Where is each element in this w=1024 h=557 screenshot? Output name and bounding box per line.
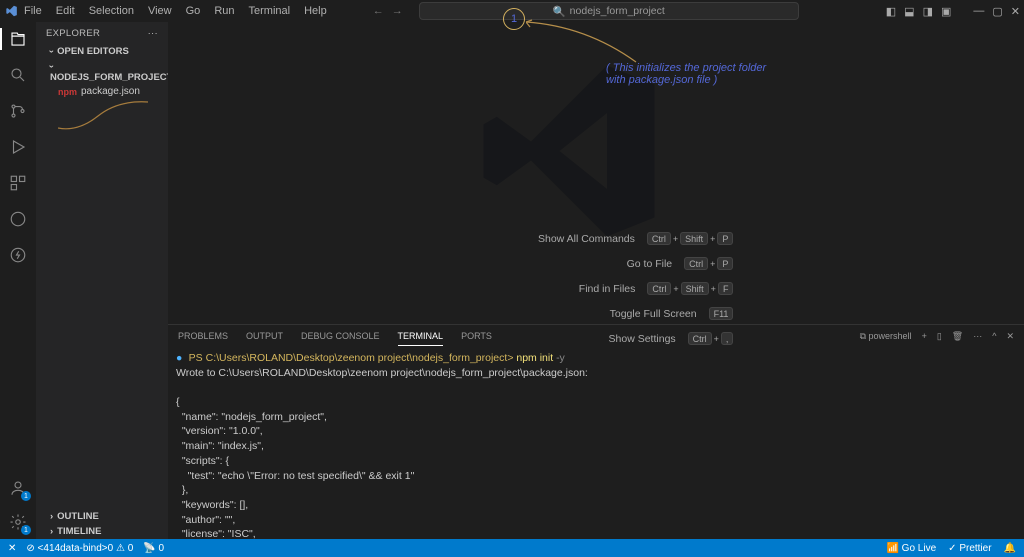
status-bar: ✕ ⊘ <414data-bind>0 ⚠ 0 📡 0 📶 Go Live ✓ … (0, 539, 1024, 557)
panel-more-icon[interactable]: ··· (973, 331, 982, 341)
layout-right-icon[interactable]: ◨ (923, 5, 933, 18)
menu-selection[interactable]: Selection (83, 3, 140, 19)
layout-left-icon[interactable]: ◧ (886, 5, 896, 18)
menu-edit[interactable]: Edit (50, 3, 81, 19)
go-live-button[interactable]: 📶 Go Live (886, 543, 936, 554)
open-editors-section[interactable]: OPEN EDITORS (36, 44, 168, 59)
split-terminal-icon[interactable]: ▯ (937, 331, 942, 342)
tree-file-package-json[interactable]: npm package.json (36, 85, 168, 98)
editor-area: Show All CommandsCtrl+Shift+P Go to File… (168, 22, 1024, 539)
accounts-icon[interactable] (7, 477, 29, 499)
shortcut-label: Go to File (627, 258, 673, 270)
tab-ports[interactable]: PORTS (461, 327, 492, 345)
kill-terminal-icon[interactable]: 🗑 (952, 331, 963, 342)
layout-full-icon[interactable]: ▣ (941, 5, 951, 18)
menu-file[interactable]: File (18, 3, 48, 19)
search-icon: 🔍 (553, 5, 566, 18)
search-activity-icon[interactable] (7, 64, 29, 86)
menu-run[interactable]: Run (208, 3, 240, 19)
project-section[interactable]: NODEJS_FORM_PROJECT (36, 59, 168, 85)
source-control-icon[interactable] (7, 100, 29, 122)
sidebar: EXPLORER ··· OPEN EDITORS NODEJS_FORM_PR… (36, 22, 168, 539)
welcome-shortcuts: Show All CommandsCtrl+Shift+P Go to File… (538, 232, 733, 345)
new-terminal-icon[interactable]: + (922, 331, 927, 341)
panel-close-icon[interactable]: ✕ (1006, 331, 1014, 342)
tab-output[interactable]: OUTPUT (246, 327, 283, 345)
menu-help[interactable]: Help (298, 3, 333, 19)
status-ports[interactable]: 📡 0 (143, 543, 164, 554)
activity-bar (0, 22, 36, 539)
command-center[interactable]: 🔍 nodejs_form_project (419, 2, 799, 20)
minimize-icon[interactable]: — (973, 5, 984, 18)
maximize-icon[interactable]: ▢ (992, 5, 1002, 18)
vscode-watermark-icon (474, 56, 664, 246)
menu-view[interactable]: View (142, 3, 178, 19)
timeline-section[interactable]: TIMELINE (36, 524, 168, 539)
shortcut-label: Find in Files (579, 283, 636, 295)
sidebar-title: EXPLORER (46, 28, 100, 39)
outline-section[interactable]: OUTLINE (36, 509, 168, 524)
remote-indicator[interactable]: ✕ (8, 543, 16, 554)
tab-terminal[interactable]: TERMINAL (398, 327, 444, 346)
vscode-icon (4, 4, 18, 18)
nav-back-icon[interactable]: ← (373, 5, 384, 17)
nav-forward-icon[interactable]: → (392, 5, 403, 17)
tree-file-label: package.json (81, 86, 140, 97)
title-bar: File Edit Selection View Go Run Terminal… (0, 0, 1024, 22)
thunder-icon[interactable] (7, 244, 29, 266)
notifications-icon[interactable]: 🔔 (1004, 543, 1016, 554)
shortcut-label: Show All Commands (538, 233, 635, 245)
menu-terminal[interactable]: Terminal (243, 3, 297, 19)
panel-maximize-icon[interactable]: ^ (992, 331, 996, 341)
terminal-content[interactable]: ● PS C:\Users\ROLAND\Desktop\zeenom proj… (168, 347, 1024, 539)
sidebar-more-icon[interactable]: ··· (148, 28, 158, 39)
settings-icon[interactable] (7, 511, 29, 533)
close-icon[interactable]: ✕ (1011, 5, 1020, 18)
tab-problems[interactable]: PROBLEMS (178, 327, 228, 345)
layout-bottom-icon[interactable]: ⬓ (904, 5, 914, 18)
terminal-shell-label[interactable]: ⧉ powershell (860, 331, 912, 342)
run-debug-icon[interactable] (7, 136, 29, 158)
npm-icon: npm (58, 87, 77, 97)
bottom-panel: PROBLEMS OUTPUT DEBUG CONSOLE TERMINAL P… (168, 324, 1024, 539)
menu-go[interactable]: Go (180, 3, 207, 19)
shortcut-label: Show Settings (609, 333, 676, 345)
menu-bar: File Edit Selection View Go Run Terminal… (18, 3, 333, 19)
shortcut-label: Toggle Full Screen (610, 308, 697, 320)
status-errors[interactable]: ⊘ <414data-bind>0 ⚠ 0 (26, 543, 133, 554)
github-icon[interactable] (7, 208, 29, 230)
explorer-icon[interactable] (7, 28, 29, 50)
command-center-text: nodejs_form_project (570, 5, 665, 17)
decorative-curve (58, 100, 148, 140)
extensions-icon[interactable] (7, 172, 29, 194)
tab-debug-console[interactable]: DEBUG CONSOLE (301, 327, 380, 345)
prettier-status[interactable]: ✓ Prettier (948, 543, 991, 554)
